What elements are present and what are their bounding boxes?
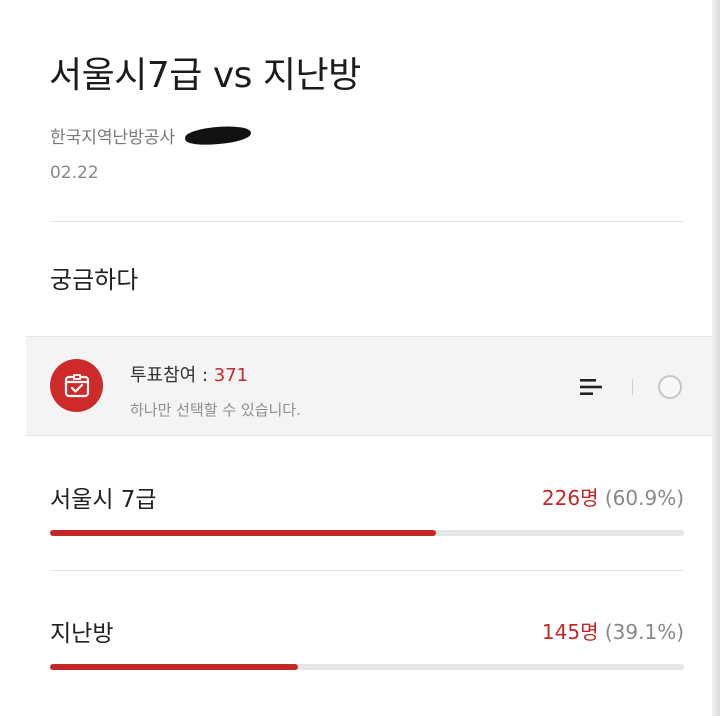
post-page: 서울시7급 vs 지난방 한국지역난방공사 02.22 궁금하다 투표참여 : … xyxy=(0,0,720,716)
poll-bar-fill xyxy=(50,664,298,670)
poll-participant-count: 371 xyxy=(213,365,249,386)
poll-option-votes: 145명 xyxy=(541,620,599,644)
toolbar-divider xyxy=(632,379,633,395)
poll-option-name: 지난방 xyxy=(50,621,114,647)
redacted-nickname xyxy=(184,124,252,147)
post-title: 서울시7급 vs 지난방 xyxy=(49,55,361,96)
poll-bar-fill xyxy=(50,530,437,536)
option-divider xyxy=(50,570,684,571)
poll-option-votes: 226명 xyxy=(541,486,599,510)
poll-option-percent: (60.9%) xyxy=(604,486,684,510)
poll-label-separator: : xyxy=(196,365,214,386)
poll-bar-track xyxy=(50,530,684,536)
post-date: 02.22 xyxy=(50,163,99,183)
poll-label-text: 투표참여 xyxy=(130,365,197,386)
sort-icon[interactable] xyxy=(578,376,604,398)
poll-participation: 투표참여 : 371 xyxy=(130,361,248,387)
poll-option-result: 145명 (39.1%) xyxy=(542,616,684,645)
poll-bar-track xyxy=(50,664,684,670)
poll-header: 투표참여 : 371 하나만 선택할 수 있습니다. xyxy=(26,336,712,436)
ballot-box-icon xyxy=(50,359,103,412)
header-divider xyxy=(50,221,684,222)
radio-icon[interactable] xyxy=(658,375,682,399)
poll-option-percent: (39.1%) xyxy=(604,620,684,644)
poll-instruction: 하나만 선택할 수 있습니다. xyxy=(130,401,301,419)
author-company[interactable]: 한국지역난방공사 xyxy=(50,123,175,148)
poll-option-result: 226명 (60.9%) xyxy=(542,482,684,511)
screen-edge xyxy=(712,0,720,716)
author-row: 한국지역난방공사 xyxy=(50,123,252,148)
post-body: 궁금하다 xyxy=(50,266,139,294)
poll-option-name: 서울시 7급 xyxy=(50,487,157,513)
